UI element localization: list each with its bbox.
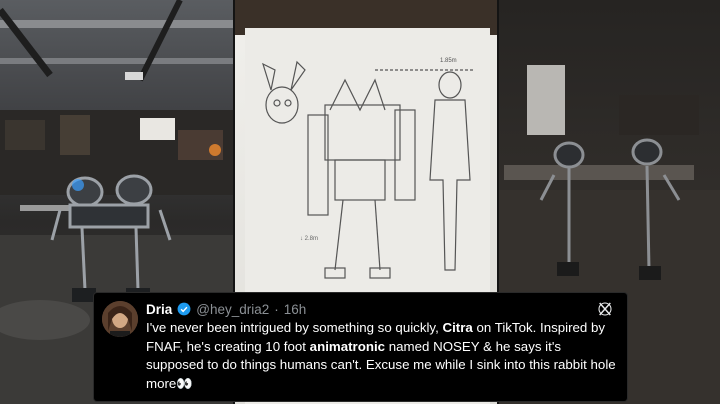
- x-logo-icon[interactable]: [597, 301, 613, 317]
- sketch-height-note: 1.85m: [440, 58, 457, 64]
- post-time[interactable]: 16h: [284, 302, 307, 317]
- tweet-header: Dria @hey_dria2 · 16h: [146, 299, 587, 319]
- avatar[interactable]: [102, 301, 138, 337]
- sketch-side-note: ↓ 2.8m: [300, 236, 318, 242]
- tweet-card[interactable]: Dria @hey_dria2 · 16h I've never been in…: [94, 293, 627, 401]
- tweet-text-segment: 👀: [176, 375, 193, 391]
- author-name[interactable]: Dria: [146, 302, 172, 317]
- tweet-text-segment: I've never been intrigued by something s…: [146, 320, 443, 335]
- tweet-text-bold[interactable]: animatronic: [310, 339, 385, 354]
- tweet-text: I've never been intrigued by something s…: [146, 319, 617, 393]
- tweet-text-bold[interactable]: Citra: [442, 320, 472, 335]
- author-handle[interactable]: @hey_dria2: [196, 302, 269, 317]
- separator-dot: ·: [274, 301, 279, 317]
- verified-badge-icon: [177, 302, 191, 316]
- avatar-photo: [102, 301, 138, 337]
